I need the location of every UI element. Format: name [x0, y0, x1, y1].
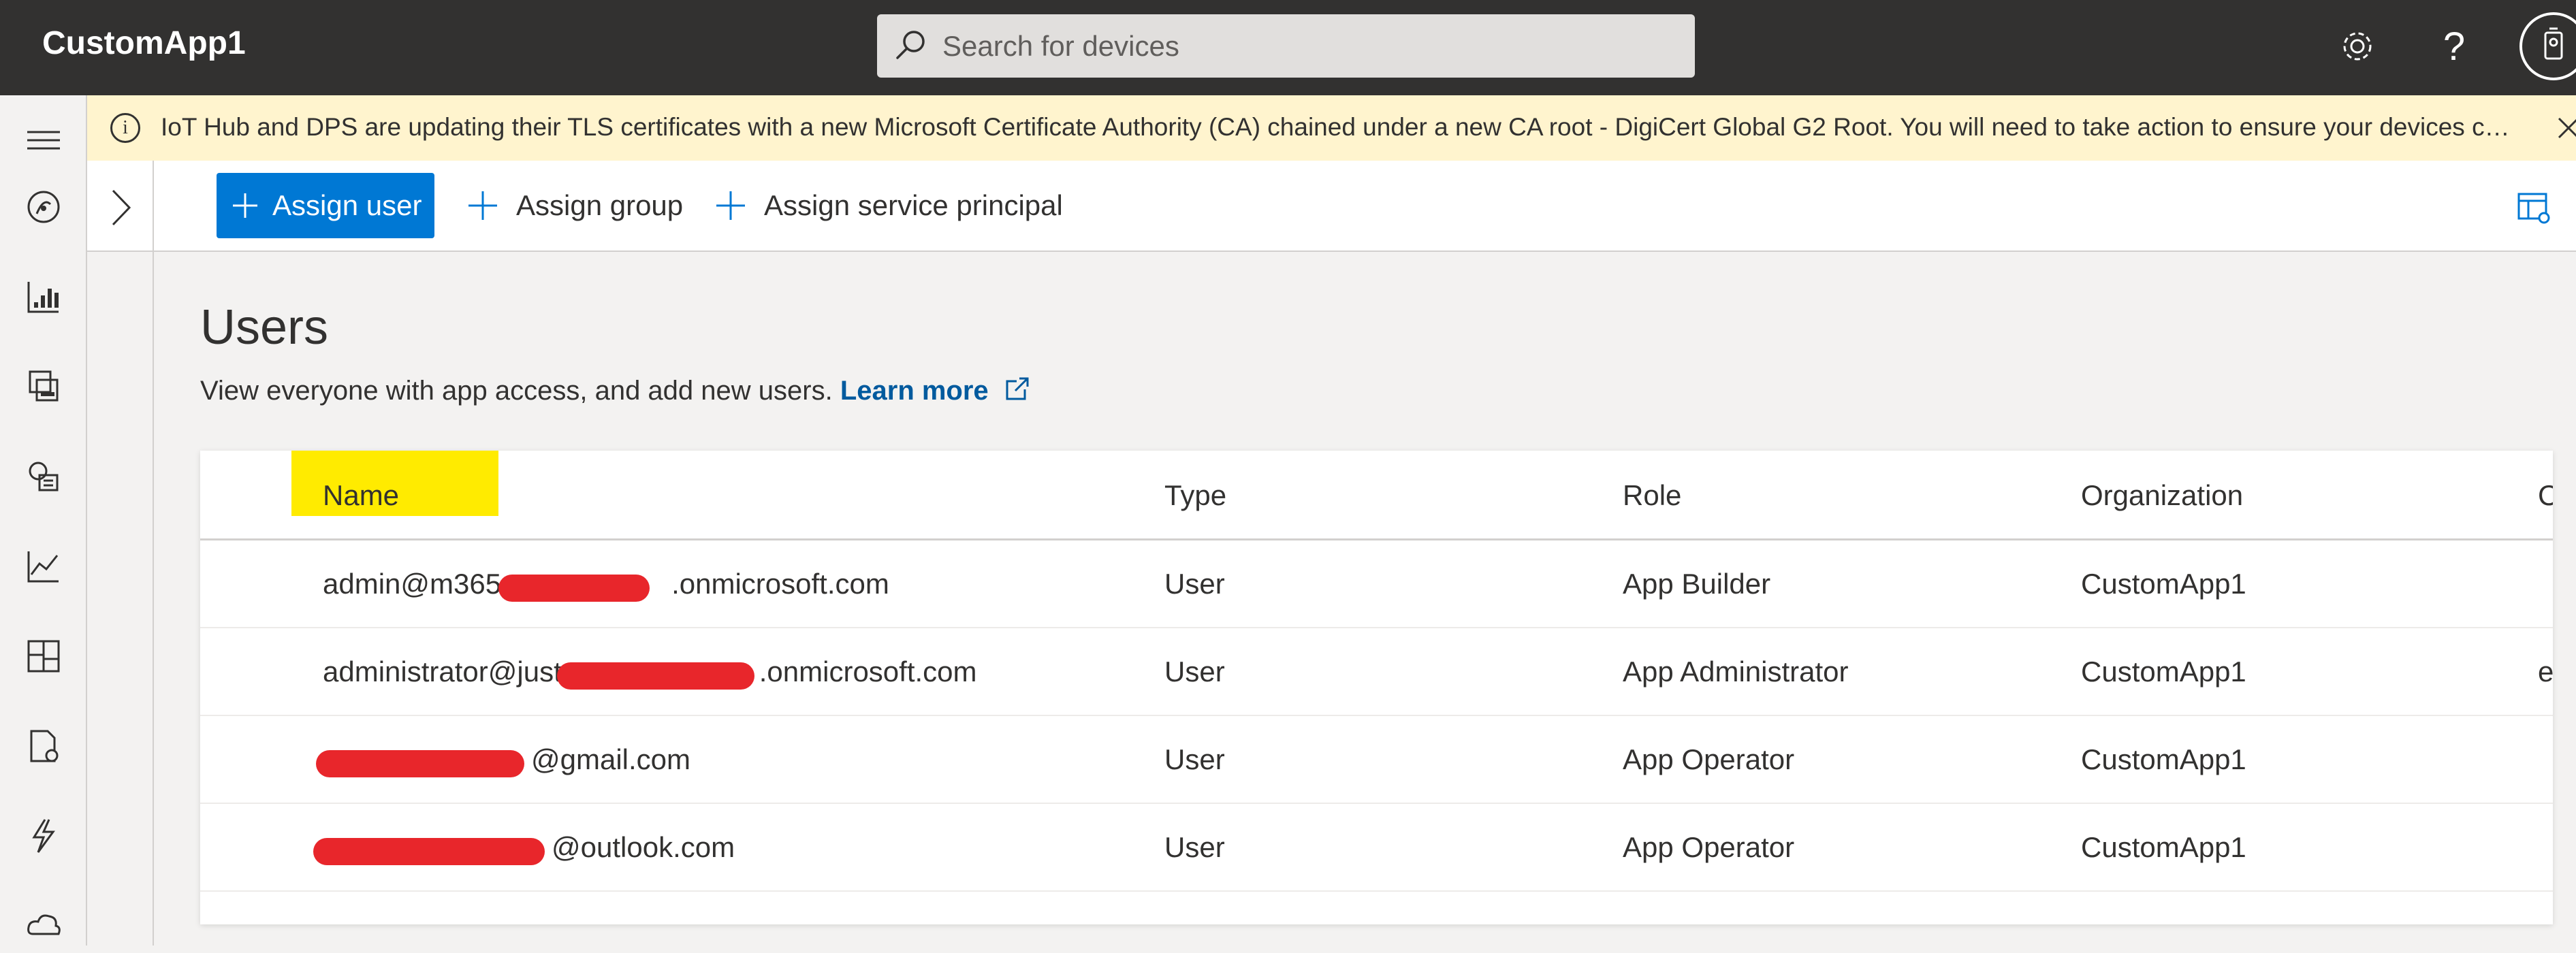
page-subtitle: View everyone with app access, and add n…: [200, 376, 1030, 406]
settings-button[interactable]: [2333, 22, 2382, 71]
close-icon[interactable]: [2552, 112, 2576, 144]
nav-rules[interactable]: [16, 809, 71, 863]
hamburger-icon: [27, 131, 60, 150]
learn-more-link[interactable]: Learn more: [840, 376, 989, 406]
nav-dashboards[interactable]: [16, 629, 71, 683]
nav-data-export[interactable]: [16, 899, 71, 953]
search-input[interactable]: [942, 14, 1678, 78]
redaction-mark: [316, 750, 524, 777]
jobs-icon: [30, 730, 59, 762]
user-organization: CustomApp1: [2081, 743, 2246, 775]
column-header-name[interactable]: Name: [323, 479, 399, 512]
user-role: App Administrator: [1623, 656, 1849, 688]
plus-icon: [233, 193, 257, 218]
device-groups-icon: [29, 370, 59, 402]
nav-device-templates[interactable]: [16, 449, 71, 504]
external-link-icon: [1006, 377, 1029, 400]
user-extra: e: [2538, 656, 2553, 688]
gear-icon: [2343, 32, 2372, 61]
column-header-role[interactable]: Role: [1623, 479, 1681, 512]
nav-analytics[interactable]: [16, 539, 71, 594]
command-bar: [87, 161, 2576, 252]
table-row[interactable]: @gmail.com User App Operator CustomApp1: [200, 716, 2553, 804]
hamburger-button[interactable]: [16, 113, 71, 167]
assign-service-principal-label: Assign service principal: [764, 189, 1063, 221]
top-bar: CustomApp1 ?: [0, 0, 2576, 95]
redaction-mark: [557, 662, 754, 690]
nav-jobs[interactable]: [16, 719, 71, 773]
plus-icon: [716, 191, 745, 220]
assign-group-label: Assign group: [516, 189, 684, 221]
assign-user-label: Assign user: [272, 189, 422, 221]
panel-divider: [153, 161, 154, 946]
search-box[interactable]: [877, 14, 1695, 78]
nav-device-groups[interactable]: [16, 359, 71, 414]
user-role: App Operator: [1623, 831, 1795, 863]
device-templates-icon: [29, 462, 59, 491]
app-title[interactable]: CustomApp1: [42, 25, 246, 62]
user-organization: CustomApp1: [2081, 656, 2246, 688]
table-row[interactable]: admin@m365 .onmicrosoft.com User App Buil…: [200, 540, 2553, 628]
column-settings-icon[interactable]: [2517, 191, 2551, 225]
column-header-extra[interactable]: C: [2538, 479, 2553, 512]
dashboard-icon: [27, 191, 60, 223]
user-role: App Operator: [1623, 743, 1795, 775]
user-role: App Builder: [1623, 568, 1771, 600]
left-nav-rail: [0, 95, 87, 946]
user-type: User: [1164, 568, 1225, 600]
assign-user-button[interactable]: Assign user: [217, 173, 434, 238]
table-row[interactable]: administrator@just .onmicrosoft.com User …: [200, 628, 2553, 716]
rules-icon: [32, 819, 55, 853]
help-icon: ?: [2443, 24, 2466, 69]
certificate-notice-banner: i IoT Hub and DPS are updating their TLS…: [87, 95, 2576, 161]
avatar-icon: [2544, 27, 2563, 60]
user-organization: CustomApp1: [2081, 831, 2246, 863]
redaction-mark: [498, 575, 650, 602]
assign-service-principal-button[interactable]: Assign service principal: [715, 173, 1063, 238]
search-icon: [896, 31, 925, 59]
assign-group-button[interactable]: Assign group: [467, 173, 683, 238]
subtitle-text: View everyone with app access, and add n…: [200, 376, 833, 406]
column-header-type[interactable]: Type: [1164, 479, 1226, 512]
column-header-organization[interactable]: Organization: [2081, 479, 2243, 512]
data-export-icon: [27, 914, 61, 935]
avatar[interactable]: [2519, 12, 2576, 80]
info-icon: i: [110, 113, 140, 143]
user-type: User: [1164, 656, 1225, 688]
page-title: Users: [200, 300, 329, 355]
redaction-mark: [313, 838, 545, 865]
dashboards-nav-icon: [27, 640, 60, 673]
banner-message: IoT Hub and DPS are updating their TLS c…: [161, 113, 2510, 141]
nav-devices[interactable]: [16, 270, 71, 324]
chevron-right-icon[interactable]: [102, 184, 140, 231]
analytics-icon: [27, 551, 59, 583]
devices-icon: [27, 282, 59, 313]
plus-icon: [468, 191, 497, 220]
user-type: User: [1164, 743, 1225, 775]
help-button[interactable]: ?: [2430, 22, 2479, 71]
user-organization: CustomApp1: [2081, 568, 2246, 600]
table-row[interactable]: @outlook.com User App Operator CustomApp…: [200, 804, 2553, 892]
user-type: User: [1164, 831, 1225, 863]
nav-dashboard[interactable]: [16, 180, 71, 234]
